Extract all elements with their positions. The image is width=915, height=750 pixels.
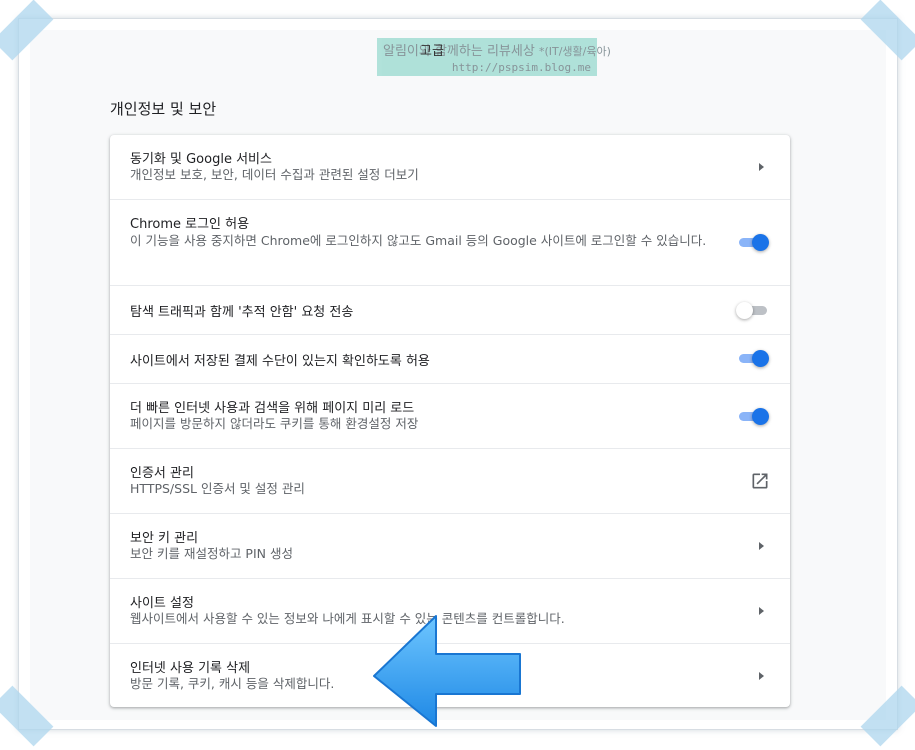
row-title: 사이트에서 저장된 결제 수단이 있는지 확인하도록 허용 — [130, 354, 430, 369]
watermark-url: http://pspsim.blog.me — [451, 61, 591, 74]
chevron-right-icon[interactable] — [759, 542, 764, 550]
chevron-right-icon[interactable] — [759, 163, 764, 171]
watermark-subtitle: *(IT/생활/육아) — [538, 45, 611, 58]
row-sync-google-services[interactable]: 동기화 및 Google 서비스 개인정보 보호, 보안, 데이터 수집과 관련… — [110, 135, 790, 199]
open-in-new-icon[interactable] — [750, 471, 770, 491]
toggle-switch[interactable] — [736, 300, 770, 320]
row-manage-certificates[interactable]: 인증서 관리 HTTPS/SSL 인증서 및 설정 관리 — [110, 448, 790, 513]
section-title: 개인정보 및 보안 — [110, 100, 217, 118]
watermark-line1: 알림이와 함께하는 리뷰세상 *(IT/생활/육아) — [383, 40, 611, 59]
toggle-knob — [736, 302, 753, 319]
row-do-not-track[interactable]: 탐색 트래픽과 함께 '추적 안함' 요청 전송 — [110, 285, 790, 334]
row-title: 탐색 트래픽과 함께 '추적 안함' 요청 전송 — [130, 305, 354, 320]
chevron-right-icon[interactable] — [759, 607, 764, 615]
row-subtitle: 보안 키를 재설정하고 PIN 생성 — [130, 546, 293, 561]
row-subtitle: 개인정보 보호, 보안, 데이터 수집과 관련된 설정 더보기 — [130, 167, 419, 182]
blog-watermark: 알림이와 함께하는 리뷰세상 *(IT/생활/육아) http://pspsim… — [377, 38, 611, 76]
row-security-keys[interactable]: 보안 키 관리 보안 키를 재설정하고 PIN 생성 — [110, 513, 790, 578]
row-payment-methods[interactable]: 사이트에서 저장된 결제 수단이 있는지 확인하도록 허용 — [110, 334, 790, 383]
toggle-knob — [752, 234, 769, 251]
row-chrome-sign-in[interactable]: Chrome 로그인 허용 이 기능을 사용 중지하면 Chrome에 로그인하… — [110, 199, 790, 285]
toggle-knob — [752, 350, 769, 367]
toggle-switch[interactable] — [736, 348, 770, 368]
chevron-right-icon[interactable] — [759, 672, 764, 680]
toggle-knob — [752, 408, 769, 425]
annotation-arrow-icon — [373, 615, 521, 727]
row-subtitle: 이 기능을 사용 중지하면 Chrome에 로그인하지 않고도 Gmail 등의… — [130, 233, 707, 248]
row-title: Chrome 로그인 허용 — [130, 217, 250, 232]
row-subtitle: HTTPS/SSL 인증서 및 설정 관리 — [130, 481, 305, 496]
watermark-title: 알림이와 함께하는 리뷰세상 — [383, 44, 535, 59]
advanced-heading: 고급 — [420, 44, 444, 59]
row-subtitle: 페이지를 방문하지 않더라도 쿠키를 통해 환경설정 저장 — [130, 416, 419, 431]
toggle-switch[interactable] — [736, 406, 770, 426]
toggle-switch[interactable] — [736, 232, 770, 252]
row-preload-pages[interactable]: 더 빠른 인터넷 사용과 검색을 위해 페이지 미리 로드 페이지를 방문하지 … — [110, 383, 790, 448]
